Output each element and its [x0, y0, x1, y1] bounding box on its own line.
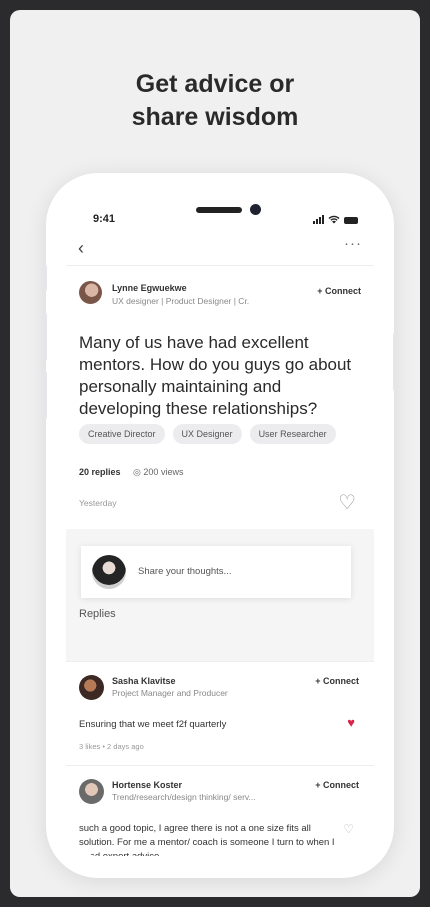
- reply-author-name[interactable]: Hortense Koster: [112, 780, 182, 790]
- reply-meta: 3 likes • 2 days ago: [79, 742, 144, 751]
- post-stats: 20 replies ◎ 200 views: [79, 467, 183, 478]
- eye-icon: ◎: [133, 467, 141, 477]
- post-question: Many of us have had excellent mentors. H…: [79, 333, 352, 418]
- reply-author-role: Project Manager and Producer: [112, 688, 228, 698]
- back-icon[interactable]: ‹: [78, 238, 84, 259]
- liked-heart-icon[interactable]: ♥: [347, 715, 355, 730]
- signal-icon: [313, 215, 324, 224]
- tag-user-researcher[interactable]: User Researcher: [249, 424, 336, 444]
- post: Lynne Egwuekwe UX designer | Product Des…: [66, 266, 374, 529]
- volume-up-button: [43, 313, 47, 361]
- like-heart-icon[interactable]: ♡: [338, 493, 356, 513]
- tag-creative-director[interactable]: Creative Director: [79, 424, 165, 444]
- status-time: 9:41: [93, 213, 116, 225]
- reply-text: such a good topic, I agree there is not …: [79, 823, 335, 856]
- views-count-text: 200 views: [143, 467, 184, 477]
- compose-placeholder[interactable]: Share your thoughts...: [138, 566, 231, 577]
- connect-button[interactable]: + Connect: [317, 286, 361, 296]
- author-role: UX designer | Product Designer | Cr.: [112, 296, 250, 306]
- battery-icon: [344, 217, 358, 224]
- like-heart-icon[interactable]: ♡: [343, 822, 354, 836]
- headline: Get advice or share wisdom: [10, 68, 420, 134]
- author-name[interactable]: Lynne Egwuekwe: [112, 283, 187, 293]
- reply-text: Ensuring that we meet f2f quarterly: [79, 719, 227, 730]
- reply-item: Sasha Klavitse Project Manager and Produ…: [66, 661, 374, 765]
- reply-item: Hortense Koster Trend/research/design th…: [66, 765, 374, 856]
- volume-down-button: [43, 371, 47, 419]
- replies-heading: Replies: [79, 608, 116, 620]
- reply-author-role: Trend/research/design thinking/ serv...: [112, 792, 256, 802]
- post-date: Yesterday: [79, 498, 117, 508]
- reply-connect-button[interactable]: + Connect: [315, 676, 359, 686]
- reply-avatar[interactable]: [79, 675, 104, 700]
- status-bar: 9:41: [66, 211, 374, 229]
- reply-section-header: Share your thoughts... Replies: [66, 529, 374, 661]
- reply-author-name[interactable]: Sasha Klavitse: [112, 676, 176, 686]
- headline-line-2: share wisdom: [131, 103, 299, 131]
- promo-card: Get advice or share wisdom 9:41 ‹ ··· Ly…: [10, 10, 420, 897]
- headline-line-1: Get advice or: [135, 70, 295, 98]
- power-button: [393, 333, 397, 391]
- reply-connect-button[interactable]: + Connect: [315, 780, 359, 790]
- status-icons: [313, 215, 358, 224]
- phone-screen: 9:41 ‹ ··· Lynne Egwuekwe UX designer | …: [66, 195, 374, 856]
- more-options-icon[interactable]: ···: [344, 235, 362, 252]
- compose-box[interactable]: Share your thoughts...: [81, 546, 351, 598]
- reply-avatar[interactable]: [79, 779, 104, 804]
- author-avatar[interactable]: [79, 281, 102, 304]
- nav-bar: ‹ ···: [66, 235, 374, 266]
- wifi-icon: [328, 215, 340, 224]
- user-avatar: [92, 555, 126, 589]
- phone-frame: 9:41 ‹ ··· Lynne Egwuekwe UX designer | …: [43, 173, 397, 878]
- views-count: ◎ 200 views: [133, 467, 183, 477]
- replies-count: 20 replies: [79, 467, 121, 477]
- mute-switch: [43, 265, 47, 291]
- tag-ux-designer[interactable]: UX Designer: [172, 424, 242, 444]
- tag-list: Creative Director UX Designer User Resea…: [79, 424, 336, 444]
